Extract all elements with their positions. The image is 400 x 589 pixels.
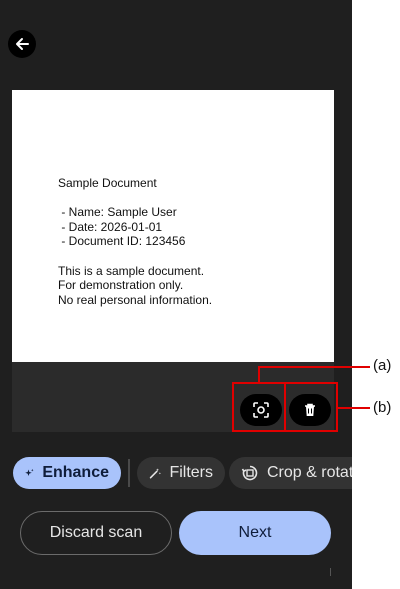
filters-label: Filters xyxy=(169,464,213,481)
chip-divider xyxy=(128,459,130,487)
callout-leader-a-horizontal xyxy=(258,366,370,368)
back-button[interactable] xyxy=(8,30,36,58)
filters-chip[interactable]: Filters xyxy=(137,457,225,489)
doc-line: This is a sample document. xyxy=(58,263,205,278)
doc-line: - Date: 2026-01-01 xyxy=(58,219,163,234)
callout-box-a xyxy=(232,382,286,432)
enhance-label: Enhance xyxy=(42,464,109,481)
crop-rotate-chip[interactable]: Crop & rotat xyxy=(229,457,369,489)
scanner-screen: Sample Document - Name: Sample User - Da… xyxy=(0,0,369,589)
next-button[interactable]: Next xyxy=(179,511,331,555)
callout-leader-a-vertical xyxy=(258,366,260,383)
magic-wand-icon xyxy=(149,468,161,479)
doc-line xyxy=(58,191,212,206)
scanned-page-preview: Sample Document - Name: Sample User - Da… xyxy=(12,90,334,362)
sparkle-icon xyxy=(25,468,34,477)
outer-margin xyxy=(352,440,400,589)
doc-line: No real personal information. xyxy=(58,292,213,307)
doc-line: - Name: Sample User xyxy=(58,205,177,220)
crop-rotate-icon xyxy=(241,465,258,481)
doc-line: Sample Document xyxy=(58,176,157,190)
callout-box-b xyxy=(284,382,338,432)
discard-scan-button[interactable]: Discard scan xyxy=(20,511,172,555)
doc-line: - Document ID: 123456 xyxy=(58,234,186,249)
arrow-back-icon xyxy=(16,38,29,50)
scroll-indicator xyxy=(330,568,331,576)
crop-rotate-label: Crop & rotat xyxy=(267,464,354,481)
callout-leader-b xyxy=(337,407,370,409)
document-text: Sample Document - Name: Sample User - Da… xyxy=(58,176,212,307)
callout-label-b: (b) xyxy=(373,399,392,416)
doc-line: For demonstration only. xyxy=(58,278,184,293)
doc-line xyxy=(58,249,212,264)
enhance-chip[interactable]: Enhance xyxy=(13,457,121,489)
callout-label-a: (a) xyxy=(373,357,392,374)
